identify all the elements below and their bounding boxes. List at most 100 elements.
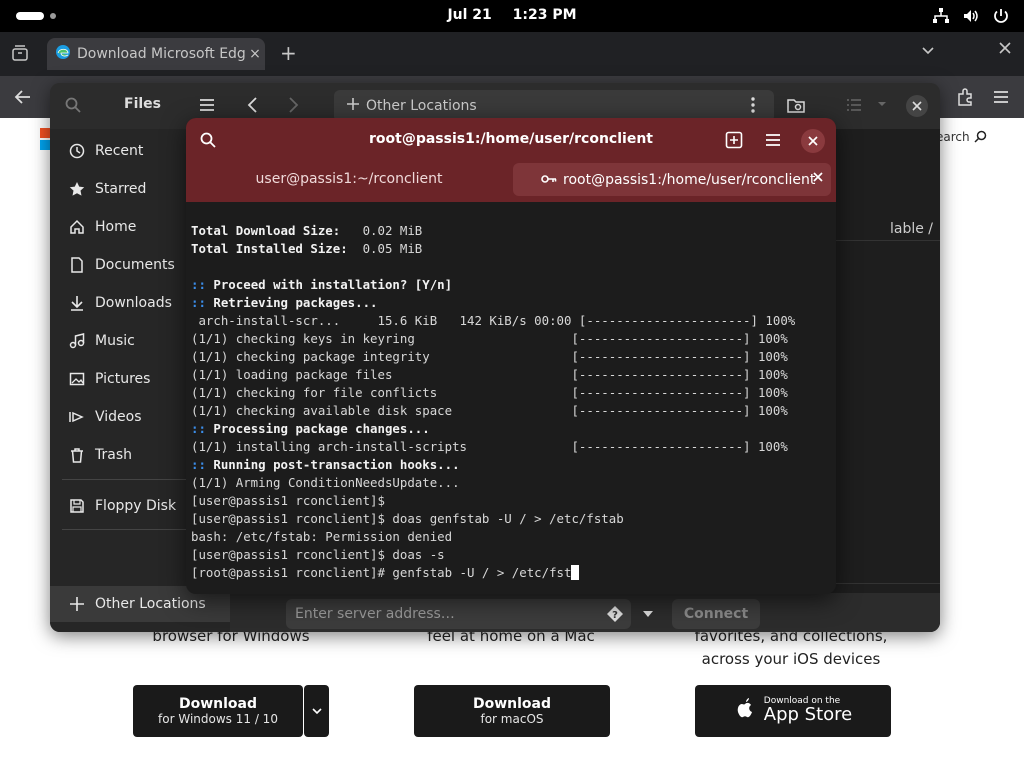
connect-button[interactable]: Connect (672, 599, 760, 629)
network-icon[interactable] (932, 7, 950, 25)
site-search-label: earch (936, 130, 970, 144)
hamburger-menu-icon[interactable] (198, 97, 216, 117)
terminal-line: (1/1) checking package integrity [------… (191, 348, 831, 366)
terminal-tab-user[interactable]: user@passis1:~/rconclient (186, 162, 512, 196)
sidebar-item-downloads[interactable]: Downloads (68, 289, 172, 317)
time-label: 1:23 PM (512, 7, 577, 23)
search-icon (974, 130, 987, 146)
terminal-line: (1/1) checking available disk space [---… (191, 402, 831, 420)
folder-search-icon[interactable] (786, 95, 806, 119)
terminal-window[interactable]: root@passis1:/home/user/rconclient user@… (186, 118, 836, 594)
sidebar-item-other-locations[interactable]: Other Locations (68, 590, 206, 618)
terminal-line: :: Retrieving packages... (191, 294, 831, 312)
extensions-icon[interactable] (954, 86, 976, 108)
terminal-line-text: 0.02 MiB (340, 223, 423, 238)
terminal-line: (1/1) checking for file conflicts [-----… (191, 384, 831, 402)
home-icon (68, 218, 86, 236)
path-menu-icon[interactable] (750, 96, 756, 118)
terminal-line: Total Installed Size: 0.05 MiB (191, 240, 831, 258)
sidebar-item-home[interactable]: Home (68, 213, 136, 241)
sidebar-item-floppy[interactable]: Floppy Disk (68, 492, 176, 520)
forward-chevron-icon[interactable] (286, 96, 300, 118)
plus-icon (346, 97, 360, 115)
terminal-line-text: (1/1) checking for file conflicts [-----… (191, 385, 788, 400)
terminal-line: [user@passis1 rconclient]$ (191, 492, 831, 510)
terminal-line: (1/1) installing arch-install-scripts [-… (191, 438, 831, 456)
browser-menu-icon[interactable] (990, 86, 1012, 108)
tab-close-icon[interactable] (813, 171, 823, 186)
help-icon[interactable]: ? (607, 606, 623, 626)
terminal-tab-root[interactable]: root@passis1:/home/user/rconclient (513, 163, 831, 196)
sidebar-item-starred[interactable]: Starred (68, 175, 146, 203)
recent-servers-dropdown-icon[interactable] (636, 599, 660, 629)
system-tray[interactable] (932, 7, 1010, 25)
windows-version-dropdown[interactable] (304, 685, 329, 737)
new-tab-icon[interactable] (722, 128, 746, 152)
sidebar-item-label: Home (95, 219, 137, 235)
terminal-line: arch-install-scr... 15.6 KiB 142 KiB/s 0… (191, 312, 831, 330)
hamburger-menu-icon[interactable] (761, 128, 785, 152)
list-view-icon[interactable] (845, 97, 863, 117)
terminal-line-text: (1/1) installing arch-install-scripts [-… (191, 439, 788, 454)
new-tab-button[interactable]: + (280, 41, 297, 65)
sidebar-item-label: Starred (95, 181, 147, 197)
sidebar-item-music[interactable]: Music (68, 327, 135, 355)
window-close-icon[interactable] (998, 40, 1012, 59)
terminal-line-text: Retrieving packages... (213, 295, 378, 310)
terminal-line-label: Total Download Size: (191, 223, 341, 238)
sidebar-item-videos[interactable]: Videos (68, 403, 142, 431)
music-icon (68, 332, 86, 350)
download-windows-button[interactable]: Download for Windows 11 / 10 (133, 685, 303, 737)
server-address-placeholder: Enter server address… (295, 606, 455, 622)
sidebar-item-pictures[interactable]: Pictures (68, 365, 150, 393)
tab-close-icon[interactable]: × (245, 46, 265, 62)
download-windows-sublabel: for Windows 11 / 10 (158, 712, 278, 726)
path-label: Other Locations (366, 98, 477, 114)
files-close-icon[interactable] (906, 95, 928, 117)
terminal-line: [user@passis1 rconclient]$ doas -s (191, 546, 831, 564)
sidebar-item-trash[interactable]: Trash (68, 441, 132, 469)
document-icon (68, 256, 86, 274)
sidebar-item-documents[interactable]: Documents (68, 251, 175, 279)
terminal-line-text: (1/1) loading package files [-----------… (191, 367, 788, 382)
power-icon[interactable] (992, 7, 1010, 25)
server-address-input[interactable]: Enter server address… ? (286, 599, 631, 629)
video-icon (68, 408, 86, 426)
app-store-label: App Store (763, 704, 853, 726)
system-top-bar: Jul 21 1:23 PM (0, 0, 1024, 32)
sidebar-item-recent[interactable]: Recent (68, 137, 143, 165)
terminal-headerbar: root@passis1:/home/user/rconclient user@… (186, 118, 836, 202)
back-arrow-icon[interactable] (12, 86, 34, 108)
browser-tab[interactable]: Download Microsoft Edge × (47, 38, 265, 70)
terminal-line-text: 0.05 MiB (347, 241, 423, 256)
plus-icon (68, 595, 86, 613)
sidebar-item-label: Documents (95, 257, 175, 273)
sidebar-item-label: Floppy Disk (95, 498, 177, 514)
download-macos-button[interactable]: Download for macOS (414, 685, 610, 737)
terminal-line: :: Running post-transaction hooks... (191, 456, 831, 474)
terminal-line-text: Proceed with installation? [Y/n] (213, 277, 453, 292)
terminal-close-icon[interactable] (801, 129, 825, 153)
terminal-output[interactable]: Total Download Size: 0.02 MiB Total Insta… (191, 222, 831, 582)
terminal-line-text: Running post-transaction hooks... (213, 457, 460, 472)
tab-list-chevron-icon[interactable] (920, 42, 936, 62)
site-search[interactable]: earch (936, 130, 987, 146)
sidebar-item-label: Trash (95, 447, 132, 463)
search-icon[interactable] (64, 96, 82, 118)
edge-favicon-icon (55, 44, 71, 64)
terminal-line-text: arch-install-scr... 15.6 KiB 142 KiB/s 0… (191, 313, 796, 328)
star-icon (68, 180, 86, 198)
sidebar-item-label: Pictures (95, 371, 151, 387)
view-options-chevron-icon[interactable] (876, 98, 888, 114)
sidebar-item-label: Recent (95, 143, 144, 159)
tab-actions-icon[interactable] (8, 42, 32, 66)
terminal-line: (1/1) checking keys in keyring [--------… (191, 330, 831, 348)
terminal-line: :: Proceed with installation? [Y/n] (191, 276, 831, 294)
clock[interactable]: Jul 21 1:23 PM (0, 7, 1024, 23)
back-chevron-icon[interactable] (246, 96, 260, 118)
sidebar-item-label: Downloads (95, 295, 172, 311)
terminal-line-text: [user@passis1 rconclient]$ (191, 493, 385, 508)
volume-icon[interactable] (962, 7, 980, 25)
app-store-button[interactable]: Download on the App Store (695, 685, 891, 737)
